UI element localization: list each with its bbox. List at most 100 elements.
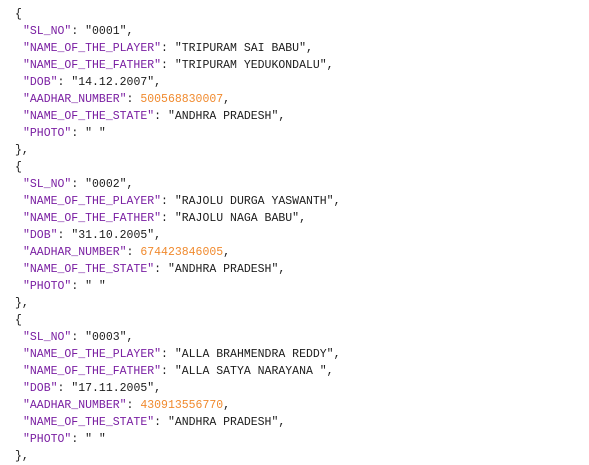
- json-field-line: "PHOTO": " ": [0, 278, 106, 295]
- json-comma: ,: [154, 382, 162, 395]
- record-close-brace: },: [0, 295, 29, 312]
- json-colon: :: [161, 42, 175, 55]
- json-key: "AADHAR_NUMBER": [23, 399, 127, 412]
- json-field-line: "AADHAR_NUMBER": 674423846005,: [0, 244, 230, 261]
- json-string-value: "31.10.2005": [71, 229, 155, 242]
- json-string-value: "17.11.2005": [71, 382, 155, 395]
- json-field-line: "NAME_OF_THE_PLAYER": "TRIPURAM SAI BABU…: [0, 40, 313, 57]
- json-field-line: "SL_NO": "0002",: [0, 176, 133, 193]
- close-brace: },: [15, 144, 29, 157]
- close-brace: },: [15, 297, 29, 310]
- json-key: "PHOTO": [23, 127, 72, 140]
- json-key: "SL_NO": [23, 178, 72, 191]
- json-key: "AADHAR_NUMBER": [23, 93, 127, 106]
- json-comma: ,: [278, 110, 286, 123]
- json-colon: :: [154, 110, 168, 123]
- json-number-value: 430913556770: [140, 399, 224, 412]
- json-key: "NAME_OF_THE_PLAYER": [23, 42, 162, 55]
- json-colon: :: [161, 348, 175, 361]
- json-key: "NAME_OF_THE_PLAYER": [23, 348, 162, 361]
- json-comma: ,: [305, 42, 313, 55]
- json-colon: :: [161, 59, 175, 72]
- json-field-line: "PHOTO": " ": [0, 431, 106, 448]
- json-comma: ,: [278, 263, 286, 276]
- json-comma: ,: [333, 348, 341, 361]
- json-colon: :: [71, 127, 86, 140]
- open-brace: {: [15, 8, 22, 21]
- json-colon: :: [57, 382, 72, 395]
- json-field-line: "NAME_OF_THE_FATHER": "ALLA SATYA NARAYA…: [0, 363, 334, 380]
- json-comma: ,: [333, 195, 341, 208]
- json-key: "NAME_OF_THE_FATHER": [23, 59, 162, 72]
- json-field-line: "DOB": "14.12.2007",: [0, 74, 161, 91]
- json-comma: ,: [223, 93, 231, 106]
- json-key: "PHOTO": [23, 280, 72, 293]
- json-comma: ,: [126, 25, 134, 38]
- json-string-value: "TRIPURAM YEDUKONDALU": [174, 59, 327, 72]
- open-brace: {: [15, 161, 22, 174]
- json-string-value: " ": [85, 127, 106, 140]
- json-field-line: "SL_NO": "0001",: [0, 23, 133, 40]
- json-comma: ,: [278, 416, 286, 429]
- json-string-value: "ALLA BRAHMENDRA REDDY": [174, 348, 334, 361]
- json-comma: ,: [154, 76, 162, 89]
- json-field-line: "DOB": "17.11.2005",: [0, 380, 161, 397]
- json-colon: :: [161, 195, 175, 208]
- json-string-value: "ALLA SATYA NARAYANA ": [174, 365, 327, 378]
- json-colon: :: [71, 178, 86, 191]
- json-string-value: "0003": [85, 331, 127, 344]
- json-key: "NAME_OF_THE_FATHER": [23, 212, 162, 225]
- json-field-line: "NAME_OF_THE_FATHER": "TRIPURAM YEDUKOND…: [0, 57, 334, 74]
- open-brace: {: [15, 314, 22, 327]
- record-close-brace: },: [0, 142, 29, 159]
- record-open-brace: {: [0, 312, 22, 329]
- json-key: "DOB": [23, 382, 58, 395]
- json-colon: :: [154, 263, 168, 276]
- json-field-line: "NAME_OF_THE_PLAYER": "RAJOLU DURGA YASW…: [0, 193, 340, 210]
- json-field-line: "NAME_OF_THE_STATE": "ANDHRA PRADESH",: [0, 261, 285, 278]
- json-field-line: "AADHAR_NUMBER": 500568830007,: [0, 91, 230, 108]
- json-number-value: 500568830007: [140, 93, 224, 106]
- json-key: "NAME_OF_THE_PLAYER": [23, 195, 162, 208]
- json-comma: ,: [154, 229, 162, 242]
- record-open-brace: {: [0, 6, 22, 23]
- json-colon: :: [126, 399, 141, 412]
- json-comma: ,: [126, 178, 134, 191]
- close-brace: },: [15, 450, 29, 463]
- json-number-value: 674423846005: [140, 246, 224, 259]
- json-comma: ,: [326, 365, 334, 378]
- json-colon: :: [154, 416, 168, 429]
- json-key: "DOB": [23, 76, 58, 89]
- json-comma: ,: [299, 212, 306, 225]
- json-string-value: " ": [85, 280, 106, 293]
- json-field-line: "PHOTO": " ": [0, 125, 106, 142]
- json-string-value: "RAJOLU DURGA YASWANTH": [174, 195, 334, 208]
- json-field-line: "SL_NO": "0003",: [0, 329, 133, 346]
- json-string-value: "ANDHRA PRADESH": [167, 263, 279, 276]
- json-string-value: "TRIPURAM SAI BABU": [174, 42, 306, 55]
- json-string-value: "0002": [85, 178, 127, 191]
- json-field-line: "NAME_OF_THE_PLAYER": "ALLA BRAHMENDRA R…: [0, 346, 340, 363]
- record-close-brace: },: [0, 448, 29, 465]
- json-colon: :: [71, 280, 86, 293]
- json-string-value: "RAJOLU NAGA BABU": [174, 212, 300, 225]
- json-field-line: "DOB": "31.10.2005",: [0, 227, 161, 244]
- json-key: "AADHAR_NUMBER": [23, 246, 127, 259]
- json-key: "NAME_OF_THE_STATE": [23, 263, 155, 276]
- json-key: "DOB": [23, 229, 58, 242]
- json-comma: ,: [223, 399, 231, 412]
- json-comma: ,: [223, 246, 231, 259]
- json-colon: :: [126, 93, 141, 106]
- json-colon: :: [71, 25, 86, 38]
- json-key: "NAME_OF_THE_STATE": [23, 416, 155, 429]
- json-string-value: "ANDHRA PRADESH": [167, 110, 279, 123]
- json-string-value: "0001": [85, 25, 127, 38]
- json-viewer: {"SL_NO": "0001", "NAME_OF_THE_PLAYER": "…: [0, 0, 589, 465]
- json-colon: :: [71, 433, 86, 446]
- json-key: "SL_NO": [23, 331, 72, 344]
- json-field-line: "NAME_OF_THE_FATHER": "RAJOLU NAGA BABU"…: [0, 210, 306, 227]
- json-string-value: "14.12.2007": [71, 76, 155, 89]
- json-key: "NAME_OF_THE_FATHER": [23, 365, 162, 378]
- record-open-brace: {: [0, 159, 22, 176]
- json-field-line: "AADHAR_NUMBER": 430913556770,: [0, 397, 230, 414]
